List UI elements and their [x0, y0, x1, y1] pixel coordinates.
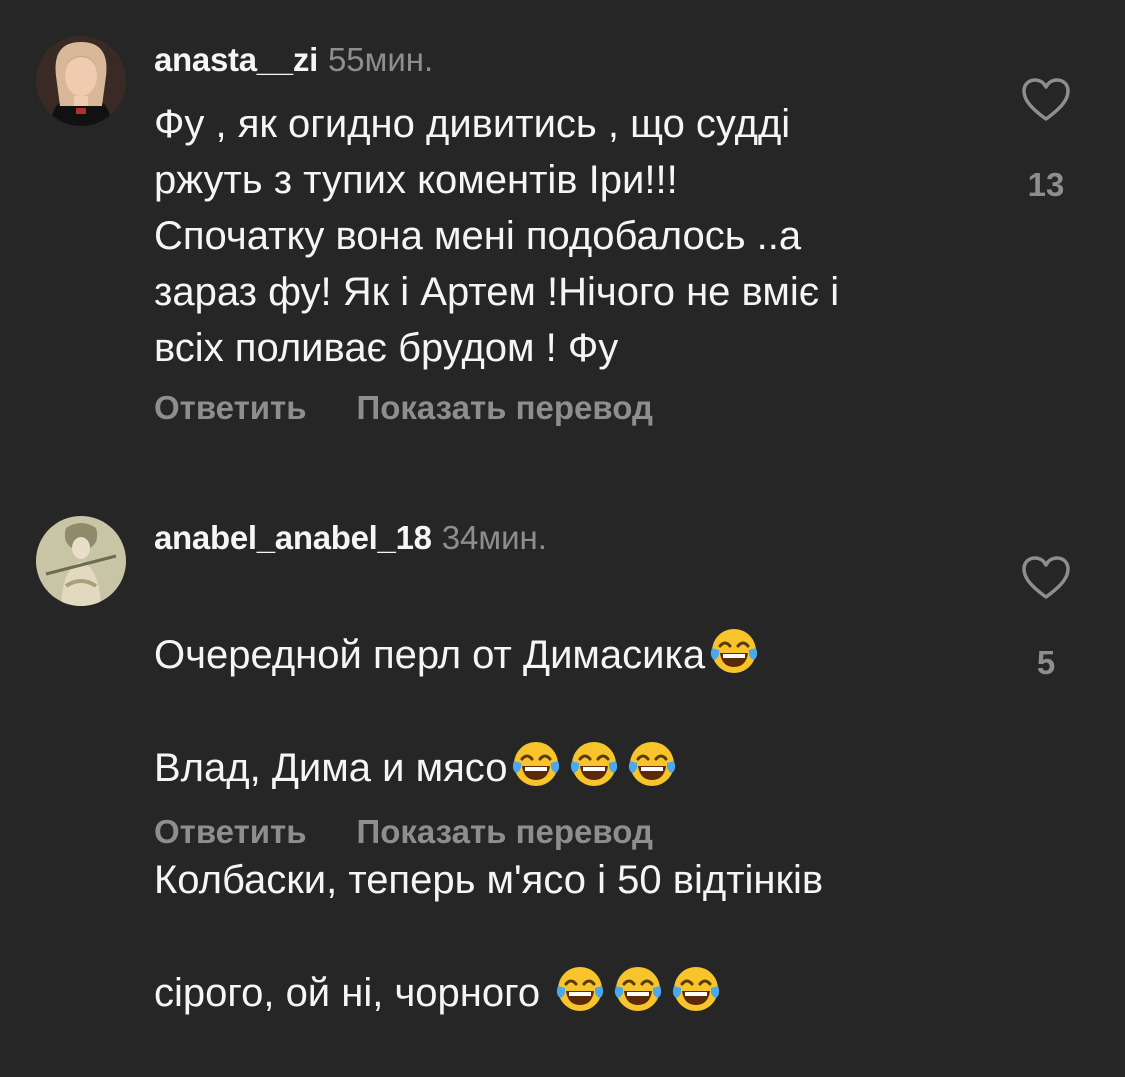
like-count: 13: [1027, 166, 1065, 203]
comment-header: anabel_anabel_18 34мин.: [154, 518, 547, 558]
user-avatar[interactable]: [36, 516, 126, 606]
comment-line-text: Влад, Дима и мясо: [154, 746, 508, 790]
comment-text: Фу , як огидно дивитись , що судді ржуть…: [154, 102, 840, 370]
face-with-tears-of-joy-icon: [627, 739, 677, 789]
timestamp: 34мин.: [441, 519, 547, 556]
username[interactable]: anabel_anabel_18: [154, 519, 432, 556]
show-translation-button[interactable]: Показать перевод: [357, 389, 653, 426]
face-with-tears-of-joy-icon: [555, 964, 605, 1014]
comment-actions: Ответить Показать перевод: [154, 812, 653, 852]
comment-actions: Ответить Показать перевод: [154, 388, 653, 428]
like-group: 5: [1016, 556, 1076, 682]
comment-line-text: Очередной перл от Димасика: [154, 633, 706, 677]
comment-line-text: Колбаски, теперь м'ясо і 50 відтінків: [154, 858, 824, 902]
reply-button[interactable]: Ответить: [154, 389, 307, 426]
comment-line: Влад, Дима и мясо: [154, 739, 984, 796]
comment-header: anasta__zi 55мин.: [154, 40, 433, 80]
heart-icon[interactable]: [1022, 78, 1070, 122]
face-with-tears-of-joy-icon: [709, 626, 759, 676]
user-avatar-illustration-icon: [36, 516, 126, 606]
like-group: 13: [1016, 78, 1076, 204]
face-with-tears-of-joy-icon: [511, 739, 561, 789]
user-avatar-photo-icon: [36, 36, 126, 126]
show-translation-button[interactable]: Показать перевод: [357, 813, 653, 850]
reply-button[interactable]: Ответить: [154, 813, 307, 850]
comment-line-text: сірого, ой ні, чорного: [154, 971, 552, 1015]
comment-line: сірого, ой ні, чорного: [154, 964, 984, 1021]
like-count: 5: [1036, 644, 1056, 681]
comment-line: Очередной перл от Димасика: [154, 626, 984, 683]
face-with-tears-of-joy-icon: [671, 964, 721, 1014]
user-avatar[interactable]: [36, 36, 126, 126]
face-with-tears-of-joy-icon: [569, 739, 619, 789]
username[interactable]: anasta__zi: [154, 41, 318, 78]
timestamp: 55мин.: [327, 41, 434, 78]
heart-icon[interactable]: [1022, 556, 1070, 600]
face-with-tears-of-joy-icon: [613, 964, 663, 1014]
